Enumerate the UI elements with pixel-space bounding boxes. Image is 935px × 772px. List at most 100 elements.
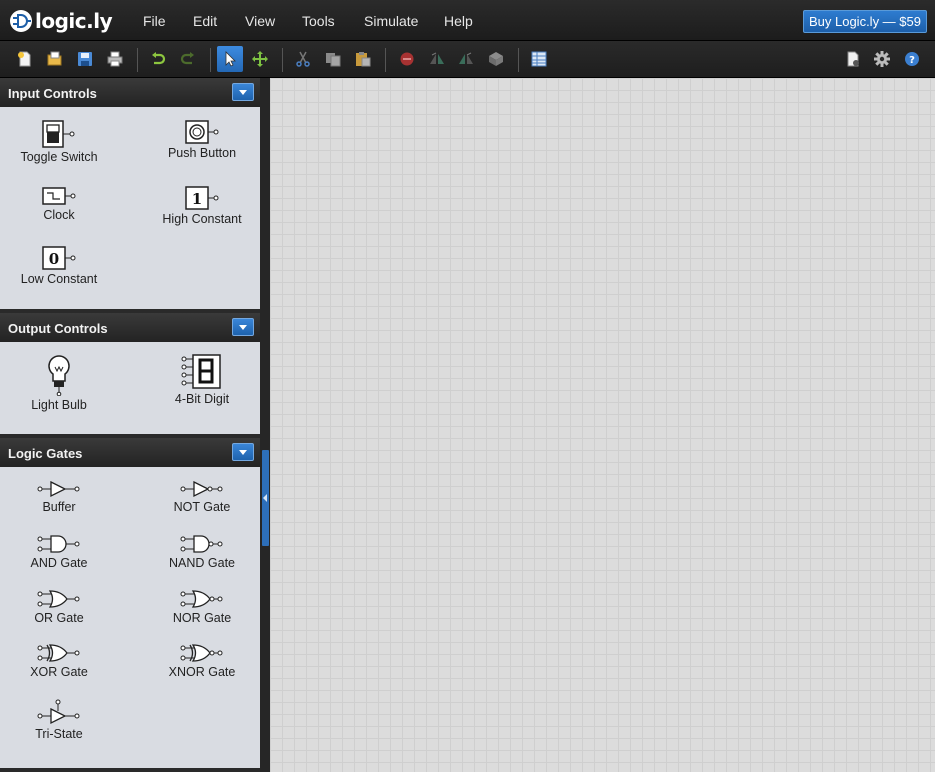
component-toggle-switch[interactable]: Toggle Switch	[0, 120, 124, 164]
circuit-canvas[interactable]	[270, 78, 935, 772]
component-nand-gate[interactable]: NAND Gate	[137, 534, 260, 570]
not-gate-icon	[180, 480, 223, 498]
component-or-gate[interactable]: OR Gate	[0, 589, 124, 625]
component-xor-gate[interactable]: XOR Gate	[0, 643, 124, 679]
toolbar: ?	[0, 41, 935, 78]
copy-icon[interactable]	[320, 46, 346, 72]
redo-icon[interactable]	[175, 46, 201, 72]
buffer-gate-icon	[37, 480, 80, 498]
chevron-down-icon	[239, 90, 247, 95]
xor-gate-icon	[37, 644, 80, 662]
component-label: OR Gate	[34, 611, 84, 625]
integrated-circuit-icon[interactable]	[483, 46, 509, 72]
settings-gear-icon[interactable]	[869, 46, 895, 72]
flip-horizontal-icon[interactable]	[424, 46, 450, 72]
undo-icon[interactable]	[145, 46, 171, 72]
export-icon[interactable]	[840, 46, 866, 72]
and-gate-icon	[37, 535, 80, 553]
component-not-gate[interactable]: NOT Gate	[137, 480, 260, 514]
component-label: XNOR Gate	[168, 665, 236, 679]
delete-icon[interactable]	[394, 46, 420, 72]
logicly-app: logic.ly File Edit View Tools Simulate H…	[0, 0, 935, 772]
nand-gate-icon	[180, 535, 223, 553]
component-low-constant[interactable]: 0 Low Constant	[0, 246, 124, 286]
component-buffer[interactable]: Buffer	[0, 480, 124, 514]
component-and-gate[interactable]: AND Gate	[0, 534, 124, 570]
toolbar-separator	[385, 48, 386, 72]
component-label: XOR Gate	[30, 665, 88, 679]
component-label: Tri-State	[35, 727, 83, 741]
logo-gate-icon	[10, 10, 32, 32]
xnor-gate-icon	[180, 644, 223, 662]
clock-icon	[42, 187, 76, 205]
component-light-bulb[interactable]: Light Bulb	[0, 354, 124, 412]
low-constant-icon: 0	[42, 246, 76, 270]
component-label: Clock	[43, 208, 75, 222]
push-button-icon	[185, 120, 219, 144]
cut-icon[interactable]	[290, 46, 316, 72]
or-gate-icon	[37, 590, 80, 608]
component-label: Toggle Switch	[20, 150, 98, 164]
component-label: AND Gate	[30, 556, 88, 570]
svg-text:0: 0	[49, 250, 59, 268]
flip-vertical-icon[interactable]	[453, 46, 479, 72]
toolbar-separator	[282, 48, 283, 72]
component-label: NOT Gate	[173, 500, 231, 514]
component-clock[interactable]: Clock	[0, 186, 124, 222]
component-tri-state[interactable]: Tri-State	[0, 699, 124, 741]
pan-move-icon[interactable]	[247, 46, 273, 72]
collapse-sidebar-handle[interactable]	[262, 450, 269, 546]
toolbar-separator	[137, 48, 138, 72]
section-title: Input Controls	[8, 86, 97, 101]
paste-icon[interactable]	[350, 46, 376, 72]
collapse-button[interactable]	[232, 83, 254, 101]
component-sidebar: Input Controls Toggle Switch Push Button	[0, 78, 260, 772]
toggle-switch-icon	[42, 120, 75, 148]
truth-table-icon[interactable]	[526, 46, 552, 72]
chevron-down-icon	[239, 325, 247, 330]
nor-gate-icon	[180, 590, 223, 608]
collapse-button[interactable]	[232, 443, 254, 461]
component-4-bit-digit[interactable]: 4-Bit Digit	[137, 354, 260, 406]
component-label: Buffer	[42, 500, 76, 514]
high-constant-icon: 1	[185, 186, 219, 210]
component-high-constant[interactable]: 1 High Constant	[137, 186, 260, 226]
section-header-input-controls[interactable]: Input Controls	[0, 78, 260, 107]
new-file-icon[interactable]	[12, 46, 38, 72]
component-label: 4-Bit Digit	[174, 392, 230, 406]
component-nor-gate[interactable]: NOR Gate	[137, 589, 260, 625]
component-label: Light Bulb	[31, 398, 87, 412]
section-header-output-controls[interactable]: Output Controls	[0, 313, 260, 342]
section-divider	[0, 768, 260, 772]
menu-edit[interactable]: Edit	[193, 13, 217, 29]
save-icon[interactable]	[72, 46, 98, 72]
chevron-down-icon	[239, 450, 247, 455]
component-label: NAND Gate	[169, 556, 235, 570]
section-title: Logic Gates	[8, 446, 83, 461]
print-icon[interactable]	[102, 46, 128, 72]
menu-simulate[interactable]: Simulate	[364, 13, 418, 29]
select-pointer-icon[interactable]	[217, 46, 243, 72]
help-icon[interactable]: ?	[899, 46, 925, 72]
svg-text:1: 1	[192, 190, 202, 208]
menu-view[interactable]: View	[245, 13, 275, 29]
component-xnor-gate[interactable]: XNOR Gate	[137, 643, 260, 679]
component-push-button[interactable]: Push Button	[137, 120, 260, 160]
toolbar-separator	[210, 48, 211, 72]
svg-text:?: ?	[909, 55, 915, 66]
chevron-left-icon	[263, 494, 267, 502]
tri-state-buffer-icon	[37, 699, 80, 725]
menu-file[interactable]: File	[143, 13, 166, 29]
logo-text: logic.ly	[35, 9, 113, 33]
section-header-logic-gates[interactable]: Logic Gates	[0, 438, 260, 467]
digit-display-icon	[181, 354, 221, 389]
collapse-button[interactable]	[232, 318, 254, 336]
component-label: Push Button	[167, 146, 237, 160]
light-bulb-icon	[48, 355, 70, 396]
buy-button[interactable]: Buy Logic.ly — $59	[803, 10, 927, 33]
sidebar-splitter[interactable]	[260, 78, 270, 772]
menu-help[interactable]: Help	[444, 13, 473, 29]
menu-tools[interactable]: Tools	[302, 13, 335, 29]
component-label: Low Constant	[20, 272, 98, 286]
open-folder-icon[interactable]	[42, 46, 68, 72]
